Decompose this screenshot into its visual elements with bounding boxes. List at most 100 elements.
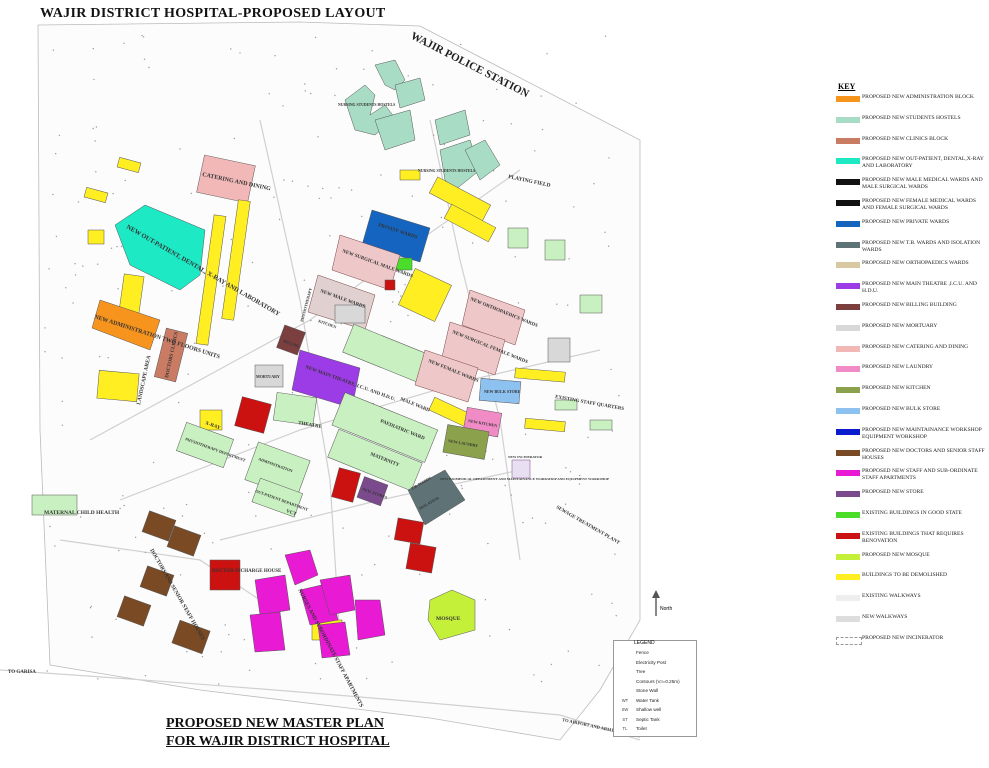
key-label: PROPOSED NEW KITCHEN — [862, 385, 931, 392]
apartment-2 — [254, 574, 291, 616]
key-swatch — [836, 324, 860, 331]
key-label: PROPOSED NEW MAIN THEATRE ,I.C.U. AND H.… — [862, 281, 977, 295]
demolish-3 — [87, 229, 105, 245]
incinerator-building — [511, 459, 531, 479]
mortuary-label: MORTUARY — [256, 374, 280, 379]
key-label: PROPOSED NEW MALE MEDICAL WARDS AND MALE… — [862, 177, 983, 191]
key-item: PROPOSED NEW INCINERATOR — [836, 635, 989, 657]
key-item: PROPOSED NEW KITCHEN — [836, 385, 989, 407]
legend-symbol: ST — [622, 716, 628, 722]
key-item: PROPOSED NEW ORTHOPAEDICS WARDS — [836, 260, 989, 282]
map-title: WAJIR DISTRICT HOSPITAL-PROPOSED LAYOUT — [40, 6, 386, 21]
demolish-7 — [96, 370, 140, 402]
plan-title-line-1: PROPOSED NEW MASTER PLAN — [166, 716, 384, 731]
key-item: PROPOSED NEW ADMINISTRATION BLOCK — [836, 94, 989, 116]
legend-symbol — [618, 650, 632, 656]
key-item: PROPOSED NEW STUDENTS HOSTELS — [836, 115, 989, 137]
key-label: PROPOSED NEW FEMALE MEDICAL WARDS AND FE… — [862, 198, 976, 211]
key-swatch — [836, 512, 860, 518]
key-label: PROPOSED NEW PRIVATE WARDS — [862, 218, 950, 225]
plan-title-line-2: FOR WAJIR DISTRICT HOSPITAL — [166, 734, 390, 749]
key-swatch — [836, 241, 860, 248]
renovation-6 — [384, 279, 396, 291]
key-item: PROPOSED NEW MALE MEDICAL WARDS AND MALE… — [836, 177, 989, 199]
legend-label: Septic Tank — [636, 716, 660, 722]
key-swatch — [836, 553, 860, 560]
legend-label: Toilet — [636, 726, 647, 731]
renovation-4 — [405, 542, 437, 574]
legend-item: ST Septic Tank — [618, 716, 694, 724]
renovation-5 — [209, 559, 241, 591]
key-label: PROPOSED NEW BILLING BUILDING — [862, 302, 957, 308]
key-swatch — [836, 532, 860, 539]
legend-symbol: TL — [622, 726, 628, 731]
key-label: BUILDINGS TO BE DEMOLISHED — [862, 572, 948, 579]
key-item: BUILDINGS TO BE DEMOLISHED — [836, 572, 989, 594]
key-label: PROPOSED NEW STUDENTS HOSTELS — [862, 114, 961, 121]
key-item: PROPOSED NEW PRIVATE WARDS — [836, 219, 989, 241]
key-swatch — [836, 96, 860, 102]
legend-item: Electricity Post — [618, 659, 694, 667]
legend-label: Tree — [636, 669, 646, 674]
key-item: NEW WALKWAYS — [836, 614, 989, 636]
key-item: PROPOSED NEW FEMALE MEDICAL WARDS AND FE… — [836, 198, 989, 220]
key-item: PROPOSED NEW BULK STORE — [836, 406, 989, 428]
key-swatch — [836, 304, 860, 310]
key-item: PROPOSED NEW BILLING BUILDING — [836, 302, 989, 324]
key-swatch — [836, 428, 860, 435]
key-label: EXISTING BUILDINGS THAT REQUIRES RENOVAT… — [862, 530, 964, 544]
legend-item: Fence — [618, 649, 694, 657]
key-item: PROPOSED NEW CLINICS BLOCK — [836, 136, 989, 158]
legend-box: LEGEND Fence Electricity Post Tree Contours… — [613, 640, 697, 737]
key-item: PROPOSED NEW T.B. WARDS AND ISOLATION WA… — [836, 240, 989, 262]
key-swatch — [836, 636, 862, 645]
key-swatch — [836, 283, 860, 290]
legend-item: Contours (V.I=0.25m) — [618, 678, 694, 686]
key-label: PROPOSED NEW CATERING AND DINING — [862, 343, 969, 350]
key-label: PROPOSED NEW ORTHOPAEDICS WARDS — [862, 260, 969, 267]
existing-11 — [544, 239, 566, 261]
legend-label: Stone Wall — [636, 688, 659, 693]
key-item: PROPOSED NEW OUT-PATIENT, DENTAL,X-RAY A… — [836, 156, 989, 178]
legend-symbol — [618, 660, 632, 666]
key-item: PROPOSED NEW LAUNDRY — [836, 364, 989, 386]
key-label: PROPOSED NEW OUT-PATIENT, DENTAL,X-RAY A… — [862, 156, 984, 170]
key-panel: KEY PROPOSED NEW ADMINISTRATION BLOCK PRO… — [832, 82, 989, 652]
key-swatch — [836, 574, 860, 581]
key-label: PROPOSED NEW MORTUARY — [862, 322, 938, 329]
legend-label: Contours (V.I=0.25m) — [636, 678, 680, 684]
key-label: PROPOSED NEW MAINTAINANCE WORKSHOP EQUIP… — [862, 426, 982, 440]
key-item: PROPOSED NEW DOCTORS AND SENIOR STAFF HO… — [836, 448, 989, 470]
maintenance-label: NEW BIOMEDICAL DEPARTMENT AND MAINTAINAN… — [440, 477, 610, 481]
staff-quarters-2 — [589, 419, 613, 431]
key-item: PROPOSED NEW MOSQUE — [836, 552, 989, 574]
key-swatch — [836, 220, 860, 227]
legend-label: Shallow well — [636, 707, 662, 712]
key-label: EXISTING WALKWAYS — [862, 593, 921, 600]
key-swatch — [836, 449, 860, 456]
legend-item: SW Shallow well — [618, 706, 694, 714]
legend-symbol — [618, 688, 632, 694]
mortuary-right — [547, 337, 571, 363]
north-label: North — [660, 606, 673, 612]
key-swatch — [836, 491, 860, 498]
key-label: PROPOSED NEW BULK STORE — [862, 406, 941, 412]
key-item: PROPOSED NEW STAFF AND SUB-ORDINATE STAF… — [836, 468, 989, 490]
key-swatch — [836, 345, 860, 352]
key-swatch — [836, 470, 860, 477]
demolish-15 — [399, 169, 421, 181]
existing-1 — [272, 392, 318, 426]
key-swatch — [836, 158, 860, 165]
plan-title: PROPOSED NEW MASTER PLAN FOR WAJIR DISTR… — [166, 715, 390, 751]
hostels-label-2: NURSING STUDENTS HOSTELS — [418, 169, 475, 173]
mosque-label: MOSQUE — [436, 616, 461, 622]
legend-item: WT Water Tank — [618, 697, 694, 705]
incinerator-label: NEW INCINERATOR — [508, 455, 543, 459]
key-swatch — [836, 366, 860, 373]
existing-9 — [579, 294, 603, 314]
legend-symbol: SW — [621, 707, 629, 712]
to-garisa-label: TO GARISA — [8, 670, 36, 675]
key-label: EXISTING BUILDINGS IN GOOD STATE — [862, 510, 962, 516]
key-label: PROPOSED NEW T.B. WARDS AND ISOLATION WA… — [862, 239, 981, 253]
key-label: PROPOSED NEW STAFF AND SUB-ORDINATE STAF… — [862, 468, 978, 482]
